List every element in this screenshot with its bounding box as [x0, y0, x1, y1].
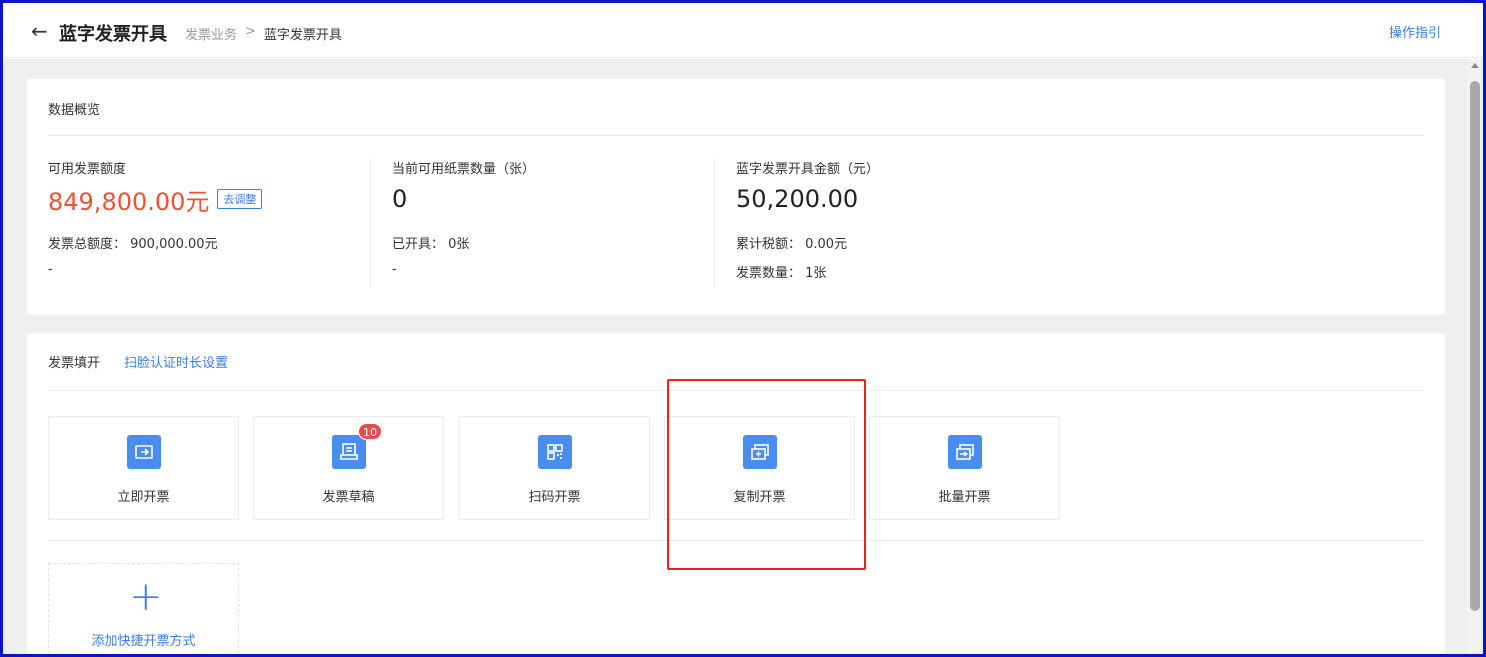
stat-divider [370, 158, 371, 288]
add-shortcut-label: 添加快捷开票方式 [91, 634, 196, 649]
guide-link[interactable]: 操作指引 [1389, 22, 1441, 41]
stat-sub: - [48, 262, 53, 277]
adjust-button[interactable]: 去调整 [217, 189, 263, 209]
scrollbar-thumb[interactable] [1470, 81, 1480, 611]
tile-scan-issue[interactable]: 扫码开票 [459, 416, 650, 520]
tile-drafts[interactable]: 10 发票草稿 [253, 416, 444, 520]
arrow-left-icon[interactable]: ← [31, 21, 48, 41]
stat-sub: 已开具： 0张 [392, 237, 470, 252]
stat-available-quota: 可用发票额度 849,800.00元 去调整 发票总额度： 900,000.00… [48, 158, 368, 277]
stat-value-row: 849,800.00元 去调整 [48, 183, 368, 216]
stat-sub: 发票总额度： 900,000.00元 [48, 237, 218, 252]
stat-value: 0 [392, 183, 712, 215]
face-auth-settings-link[interactable]: 扫脸认证时长设置 [124, 352, 228, 371]
overview-card: 数据概览 可用发票额度 849,800.00元 去调整 发票总额度： 900,0… [27, 79, 1445, 315]
draft-icon [332, 435, 366, 469]
qrcode-icon [538, 435, 572, 469]
breadcrumb-separator: > [245, 24, 256, 39]
batch-ticket-icon [948, 435, 982, 469]
divider [48, 135, 1424, 136]
header-bar: ← 蓝字发票开具 发票业务 > 蓝字发票开具 操作指引 [3, 3, 1483, 58]
draft-count-badge: 10 [358, 423, 382, 440]
tile-label: 立即开票 [117, 490, 170, 505]
stat-value: 50,200.00 [736, 183, 1056, 215]
vertical-scrollbar[interactable] [1467, 59, 1483, 654]
ticket-arrow-icon [127, 435, 161, 469]
plus-icon: + [129, 574, 163, 620]
scroll-up-icon[interactable] [1471, 63, 1479, 68]
tile-label: 扫码开票 [528, 490, 581, 505]
tile-label: 批量开票 [938, 490, 991, 505]
stat-paper-count: 当前可用纸票数量（张） 0 已开具： 0张 - [392, 158, 712, 277]
stat-value: 849,800.00元 [48, 187, 210, 216]
stat-divider [714, 158, 715, 288]
stat-sub: 发票数量： 1张 [736, 266, 827, 281]
copy-ticket-icon [743, 435, 777, 469]
invoice-fill-card: 发票填开 扫脸认证时长设置 立即开票 10 发票草稿 扫码开票 复制开票 批量开… [27, 333, 1445, 657]
divider [48, 540, 1424, 541]
tile-label: 发票草稿 [322, 490, 375, 505]
stat-label: 蓝字发票开具金额（元） [736, 162, 880, 177]
breadcrumb: 发票业务 > 蓝字发票开具 [185, 24, 342, 43]
tile-copy-issue[interactable]: 复制开票 [664, 416, 855, 520]
fill-title: 发票填开 [48, 356, 101, 371]
stat-blue-amount: 蓝字发票开具金额（元） 50,200.00 累计税额： 0.00元 发票数量： … [736, 158, 1056, 281]
stat-value-text: 50,200.00 [736, 185, 859, 213]
stat-sub: - [392, 262, 397, 277]
stat-label: 当前可用纸票数量（张） [392, 162, 536, 177]
overview-title: 数据概览 [48, 103, 101, 118]
divider [48, 390, 1424, 391]
tile-issue-now[interactable]: 立即开票 [48, 416, 239, 520]
breadcrumb-item-business[interactable]: 发票业务 [185, 24, 237, 43]
add-shortcut-tile[interactable]: + 添加快捷开票方式 [48, 563, 239, 657]
page-title: 蓝字发票开具 [59, 24, 167, 45]
stat-sub: 累计税额： 0.00元 [736, 237, 848, 252]
tile-batch-issue[interactable]: 批量开票 [869, 416, 1060, 520]
stat-label: 可用发票额度 [48, 162, 127, 177]
tile-label: 复制开票 [733, 490, 786, 505]
breadcrumb-item-current: 蓝字发票开具 [263, 28, 342, 43]
stat-value-text: 0 [392, 185, 408, 213]
